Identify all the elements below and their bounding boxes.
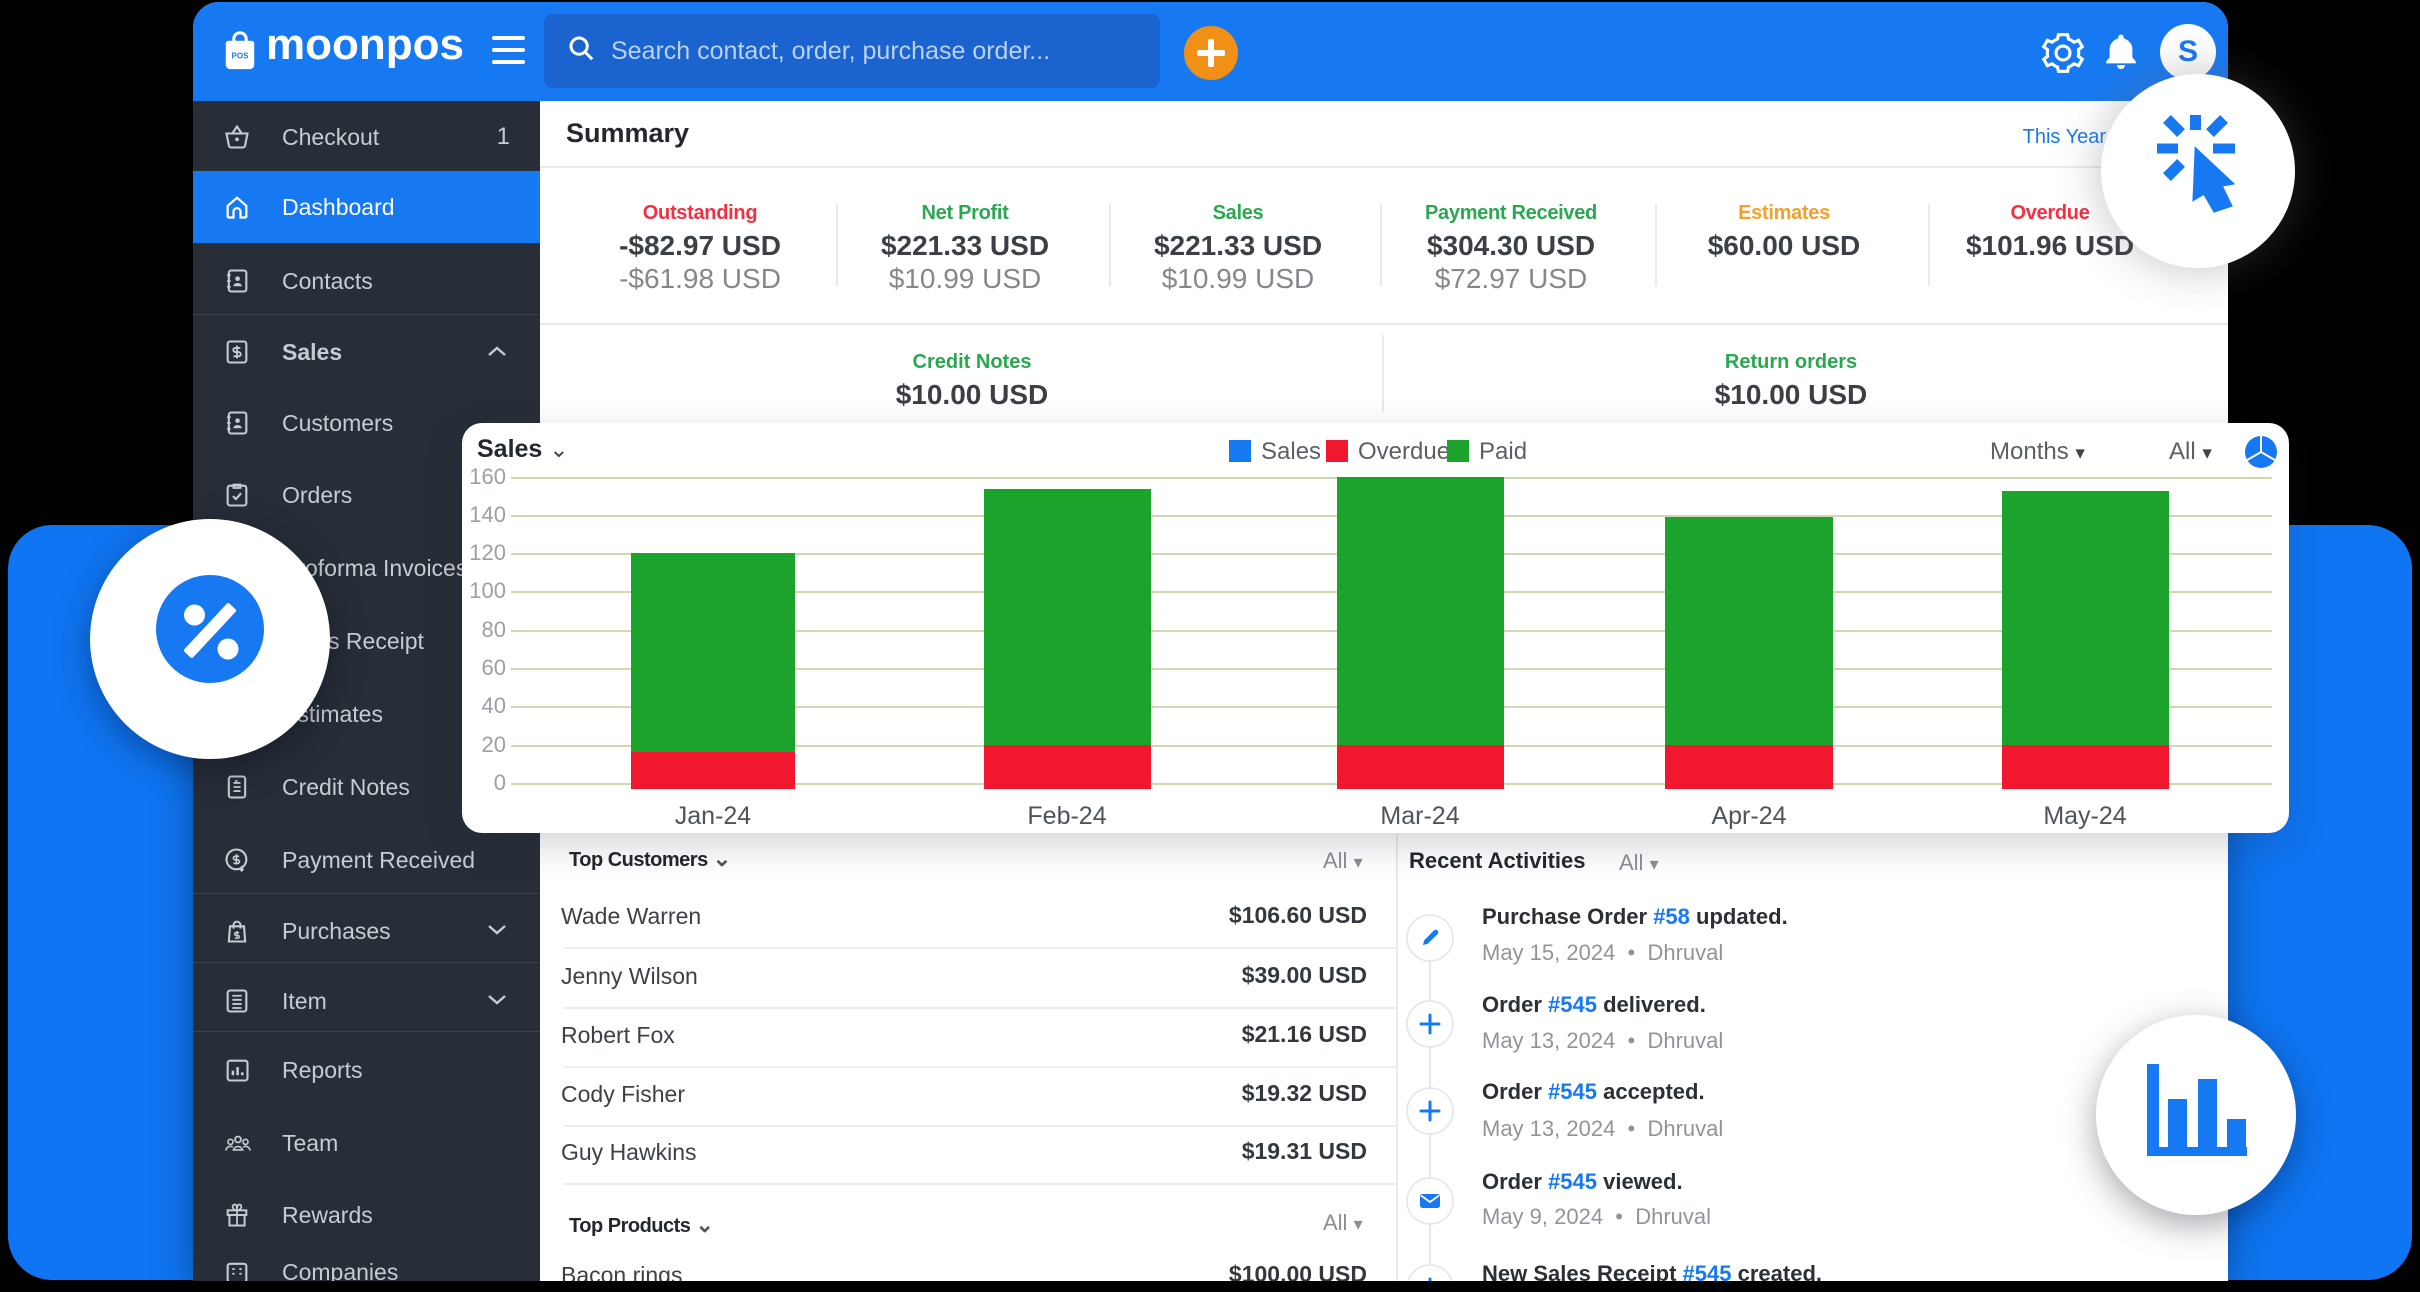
svg-text:POS: POS xyxy=(232,52,250,61)
